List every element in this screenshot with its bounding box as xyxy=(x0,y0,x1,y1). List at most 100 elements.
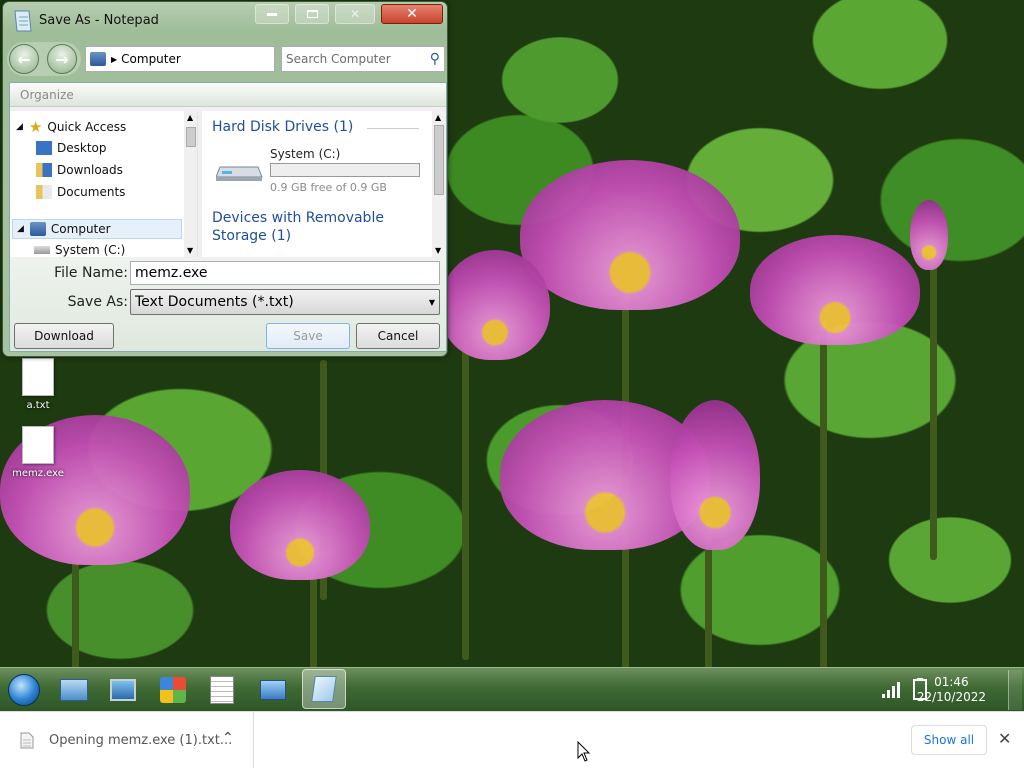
nav-button-group: ← → xyxy=(7,42,81,76)
lily-stem xyxy=(72,560,79,667)
text-file-icon xyxy=(22,426,54,464)
download-button[interactable]: Download xyxy=(14,323,114,349)
save-as-dialog: Save As - Notepad ✕ ✕ ← → ▶ Computer Sea… xyxy=(2,1,448,357)
nav-downloads[interactable]: Downloads xyxy=(36,160,123,180)
dialog-title: Save As - Notepad xyxy=(39,13,159,28)
nav-label: Documents xyxy=(57,185,126,199)
nav-scrollbar[interactable]: ▲ ▼ xyxy=(184,111,197,257)
network-icon xyxy=(260,680,286,700)
scroll-down-icon: ▼ xyxy=(187,246,194,255)
save-button[interactable]: Save xyxy=(266,323,350,349)
drive-item-system-c[interactable]: System (C:) 0.9 GB free of 0.9 GB xyxy=(212,147,422,197)
lily-bud xyxy=(910,200,948,270)
lily-flower xyxy=(670,400,760,550)
close-icon[interactable]: ✕ xyxy=(998,729,1011,748)
download-bar: Opening memz.exe (1).txt... ⌃ Show all ✕ xyxy=(0,711,1024,768)
lily-stem xyxy=(310,570,317,667)
taskbar-media-center[interactable] xyxy=(155,672,191,708)
hard-drive-icon xyxy=(216,166,263,181)
forward-arrow-icon: → xyxy=(55,49,69,69)
start-button[interactable] xyxy=(4,670,44,710)
desktop-icon-a-txt[interactable]: a.txt xyxy=(8,358,68,411)
nav-label: System (C:) xyxy=(55,243,126,257)
close-button[interactable]: ✕ xyxy=(381,4,443,24)
desktop-icon xyxy=(36,141,52,155)
maximize-icon xyxy=(306,10,318,18)
taskbar-file-manager[interactable] xyxy=(204,672,240,708)
address-path: Computer xyxy=(121,52,181,66)
documents-icon xyxy=(36,185,52,199)
scroll-thumb[interactable] xyxy=(186,127,196,147)
saveas-label: Save As: xyxy=(67,294,128,310)
breadcrumb-separator-icon: ▶ xyxy=(111,54,118,64)
desktop-icon-label: a.txt xyxy=(26,400,50,411)
taskbar: 01:46 22/10/2022 xyxy=(0,667,1024,711)
show-desktop-button[interactable] xyxy=(1008,670,1022,710)
file-type-select[interactable]: Text Documents (*.txt) ▼ xyxy=(130,289,440,315)
file-type-value: Text Documents (*.txt) xyxy=(135,294,294,310)
group-header-hdd: Hard Disk Drives (1) xyxy=(212,119,354,135)
forward-button[interactable]: → xyxy=(47,44,77,74)
content-scrollbar[interactable]: ▲ ▼ xyxy=(432,111,446,257)
lily-flower xyxy=(440,250,550,360)
nav-quick-access[interactable]: ◢ ★ Quick Access xyxy=(16,117,126,137)
filename-input[interactable]: memz.exe xyxy=(130,261,440,285)
computer-icon xyxy=(90,52,106,66)
media-center-icon xyxy=(160,677,186,703)
address-bar[interactable]: ▶ Computer xyxy=(85,46,275,72)
desktop-icon-label: memz.exe xyxy=(12,468,64,479)
scroll-up-icon: ▲ xyxy=(435,113,442,122)
close-icon: ✕ xyxy=(349,7,361,21)
download-button-label: Download xyxy=(34,329,94,343)
nav-documents[interactable]: Documents xyxy=(36,182,125,202)
scroll-thumb[interactable] xyxy=(434,125,444,195)
maximize-button[interactable] xyxy=(295,4,329,24)
search-icon: ⚲ xyxy=(429,51,440,67)
minimize-icon xyxy=(267,12,277,16)
organize-menu[interactable]: Organize xyxy=(10,83,446,107)
computer-icon xyxy=(29,222,46,236)
notepad-icon xyxy=(311,676,337,702)
expand-arrow-icon: ◢ xyxy=(16,122,23,132)
show-all-label: Show all xyxy=(923,733,975,747)
taskbar-network[interactable] xyxy=(255,672,291,708)
organize-label: Organize xyxy=(20,87,74,102)
clock-time: 01:46 xyxy=(934,675,969,689)
cancel-button-label: Cancel xyxy=(377,329,419,343)
taskbar-notepad[interactable] xyxy=(302,669,346,709)
chevron-up-icon[interactable]: ⌃ xyxy=(222,730,234,746)
minimize-button[interactable] xyxy=(255,4,289,24)
file-icon xyxy=(20,732,34,749)
drive-icon xyxy=(34,246,50,254)
taskbar-computer[interactable] xyxy=(105,672,141,708)
computer-icon xyxy=(110,679,136,701)
lily-stem xyxy=(462,340,469,660)
clock[interactable]: 01:46 22/10/2022 xyxy=(917,675,986,705)
lily-stem xyxy=(930,260,937,560)
nav-system-c[interactable]: System (C:) xyxy=(34,240,125,257)
content-pane: Hard Disk Drives (1) System (C:) 0.9 GB … xyxy=(202,111,446,257)
control-panel-icon xyxy=(60,679,88,701)
dialog-body: Organize ◢ ★ Quick Access Desktop Downlo… xyxy=(9,82,447,352)
group-divider xyxy=(367,128,419,129)
drive-capacity-bar xyxy=(270,163,420,177)
taskbar-control-panel[interactable] xyxy=(56,672,92,708)
group-header-removable: Devices with Removable Storage (1) xyxy=(212,210,384,244)
scroll-up-icon: ▲ xyxy=(187,113,194,122)
expand-arrow-icon: ◢ xyxy=(17,224,24,234)
cancel-button[interactable]: Cancel xyxy=(356,323,440,349)
nav-computer[interactable]: ◢ Computer xyxy=(12,219,182,239)
navigation-pane: ◢ ★ Quick Access Desktop Downloads Docum… xyxy=(10,111,198,257)
desktop-icon-memz-exe[interactable]: memz.exe xyxy=(8,426,68,479)
download-item[interactable]: Opening memz.exe (1).txt... ⌃ xyxy=(0,712,254,768)
clock-date: 22/10/2022 xyxy=(916,690,986,704)
lily-stem xyxy=(820,320,827,667)
notepad-icon xyxy=(14,10,32,32)
nav-desktop[interactable]: Desktop xyxy=(36,138,107,158)
signal-strength-icon xyxy=(882,682,900,698)
show-all-button[interactable]: Show all xyxy=(911,725,987,755)
back-button[interactable]: ← xyxy=(9,44,39,74)
drive-free-space: 0.9 GB free of 0.9 GB xyxy=(270,181,387,194)
back-arrow-icon: ← xyxy=(17,49,31,69)
search-input[interactable]: Search Computer ⚲ xyxy=(281,46,445,72)
